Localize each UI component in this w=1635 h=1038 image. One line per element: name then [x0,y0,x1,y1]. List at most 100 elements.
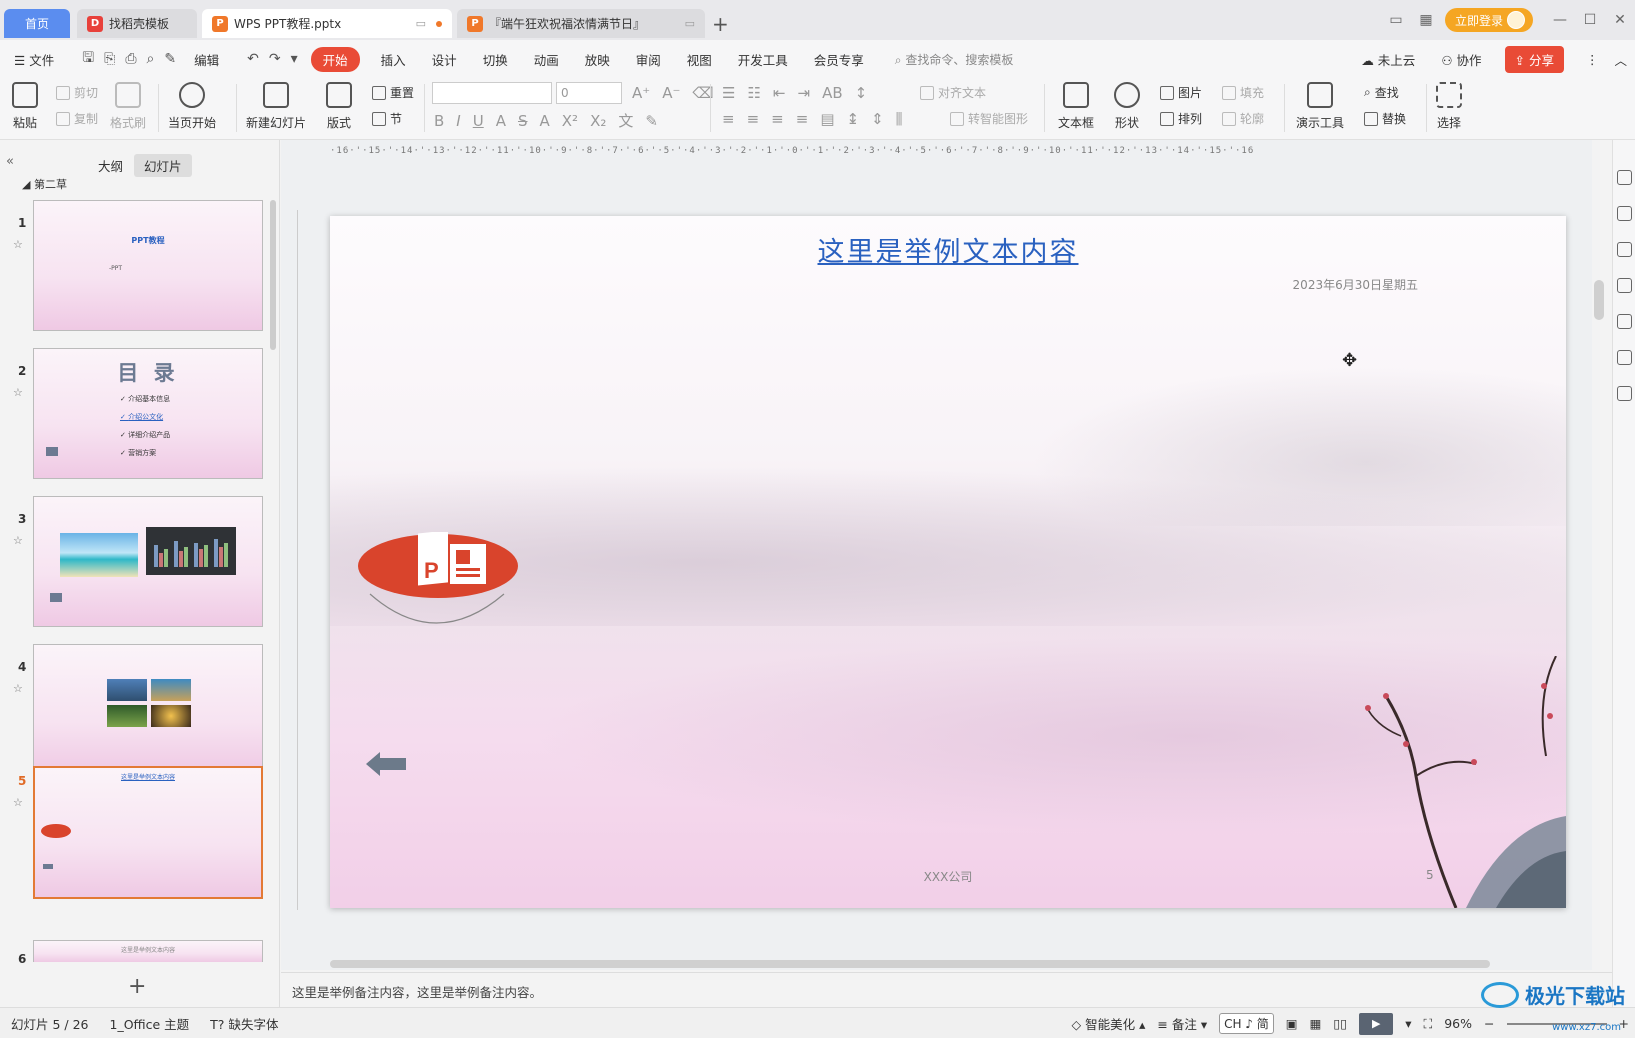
tab-insert[interactable]: 插入 [381,50,406,69]
smart-beautify-button[interactable]: ◇ 智能美化 ▴ [1072,1014,1146,1033]
back-arrow-icon[interactable] [366,752,410,776]
share-button[interactable]: ⇪ 分享 [1504,45,1564,73]
font-family-select[interactable] [432,82,552,104]
subscript-icon[interactable]: X₂ [590,112,606,130]
collapse-ribbon-icon[interactable]: ︿ [1614,50,1627,69]
tab-animation[interactable]: 动画 [534,50,559,69]
redo-icon[interactable]: ↷ [269,51,281,67]
rocket-icon[interactable] [1617,170,1632,185]
tab-view[interactable]: 视图 [687,50,712,69]
new-tab-plus-icon[interactable]: + [712,12,729,36]
find-button[interactable]: ⌕ 查找 [1364,84,1399,101]
minimize-icon[interactable]: — [1545,12,1575,28]
undo-icon[interactable]: ↶ [247,51,259,67]
edit-menu[interactable]: 编辑 [194,50,219,69]
justify-icon[interactable]: ≡ [796,110,809,128]
align-left-icon[interactable]: ≡ [722,110,735,128]
decrease-indent-icon[interactable]: ⇤ [773,84,786,102]
slide-thumbnail-2[interactable]: 目 录 ✓ 介绍基本信息 ✓ 介绍公文化 ✓ 详细介绍产品 ✓ 营销方案 [33,348,263,479]
transition-icon[interactable] [1617,278,1632,293]
slideshow-play-button[interactable]: ▶ [1359,1012,1394,1035]
align-right-icon[interactable]: ≡ [771,110,784,128]
maximize-icon[interactable]: ☐ [1575,12,1605,28]
pinyin-icon[interactable]: 文 [618,110,633,131]
replace-button[interactable]: 替换 [1364,110,1406,127]
tab-start[interactable]: 开始 [310,46,360,72]
layout-button[interactable]: 版式 [326,82,352,131]
para-spacing-icon[interactable]: ⇕ [871,110,884,128]
tab-wps-ppt-tutorial[interactable]: P WPS PPT教程.pptx ▭ [202,9,452,38]
vertical-scroll-thumb[interactable] [1594,280,1604,320]
slide-thumbnail-1[interactable]: PPT教程 -PPT [33,200,263,331]
tab-docer-templates[interactable]: D 找稻壳模板 [77,9,197,38]
reading-view-icon[interactable]: ▯▯ [1333,1016,1347,1031]
theme-name[interactable]: 1_Office 主题 [110,1014,190,1033]
notes-toggle-button[interactable]: ≡ 备注 ▾ [1157,1014,1207,1033]
shapes-button[interactable]: 形状 [1114,82,1140,131]
bold-icon[interactable]: B [434,112,444,130]
copy-button[interactable]: 复制 [56,110,98,127]
print-preview-icon[interactable]: ⌕ [147,51,155,67]
horizontal-scroll-thumb[interactable] [330,960,1490,968]
grid-apps-icon[interactable]: ▦ [1411,12,1441,28]
slide-thumbnail-6[interactable]: 这里是举例文本内容 [33,940,263,962]
font-size-select[interactable]: 0 [556,82,622,104]
tab-design[interactable]: 设计 [432,50,457,69]
zoom-level[interactable]: 96% [1444,1016,1472,1031]
grow-font-icon[interactable]: A⁺ [632,84,650,102]
customize-dropdown-icon[interactable]: ▾ [291,51,298,67]
highlight-icon[interactable]: ✎ [645,112,658,130]
slide-canvas[interactable]: 这里是举例文本内容 2023年6月30日星期五 P XXX公司 5 [330,216,1566,908]
missing-font-button[interactable]: T? 缺失字体 [210,1014,278,1033]
export-pdf-icon[interactable]: ⎘ [104,51,115,67]
section-title[interactable]: ◢ 第二草 [22,176,67,192]
align-center-icon[interactable]: ≡ [747,110,760,128]
star-effect-icon[interactable] [1617,242,1632,257]
login-button[interactable]: 立即登录 [1444,8,1533,32]
vertical-scrollbar[interactable] [1592,140,1610,970]
play-options-icon[interactable]: ▾ [1405,1016,1411,1031]
slide-thumbnail-4[interactable] [33,644,263,775]
save-icon[interactable]: 🖫 [82,47,94,71]
slide-thumbnail-5[interactable]: 这里是举例文本内容 [33,766,263,899]
tab-slideshow[interactable]: 放映 [585,50,610,69]
numbering-icon[interactable]: ☷ [747,84,760,102]
command-search[interactable]: ⌕ 查找命令、搜索模板 [895,51,1014,68]
line-sort-icon[interactable]: ↕ [855,84,868,102]
format-painter-button[interactable]: 格式刷 [110,82,146,131]
outline-button[interactable]: 轮廓 [1222,110,1264,127]
tab-developer[interactable]: 开发工具 [738,50,788,69]
print-icon[interactable]: ⎙ [125,51,136,67]
bullets-icon[interactable]: ☰ [722,84,735,102]
adjust-icon[interactable] [1617,206,1632,221]
tab-outline[interactable]: 大纲 [88,154,133,177]
italic-icon[interactable]: I [456,112,460,130]
play-from-current-button[interactable]: 当页开始 [168,82,216,131]
arrange-button[interactable]: 排列 [1160,110,1202,127]
close-icon[interactable]: ✕ [1605,12,1635,28]
location-icon[interactable] [1617,350,1632,365]
new-slide-button[interactable]: 新建幻灯片 [246,82,306,131]
normal-view-icon[interactable]: ▣ [1286,1016,1298,1031]
add-slide-icon[interactable]: + [128,974,146,999]
paste-button[interactable]: 粘贴 [12,82,38,131]
underline-icon[interactable]: U [473,112,484,130]
slide-sorter-icon[interactable]: ▦ [1310,1016,1322,1031]
tab-review[interactable]: 审阅 [636,50,661,69]
powerpoint-logo-icon[interactable]: P [356,532,526,632]
slide-thumbnail-3[interactable] [33,496,263,627]
textbox-button[interactable]: 文本框 [1058,82,1094,131]
book-icon[interactable] [1617,386,1632,401]
slide-title[interactable]: 这里是举例文本内容 [330,230,1566,269]
cut-button[interactable]: 剪切 [56,84,98,101]
slide-page-number[interactable]: 5 [1426,868,1434,882]
smart-shape-button[interactable]: 转智能图形 [950,110,1028,127]
more-icon[interactable]: ⋮ [1586,52,1599,67]
image-pane-icon[interactable] [1617,314,1632,329]
window-layout-icon[interactable]: ▭ [1381,12,1411,28]
distribute-icon[interactable]: ▤ [820,110,834,128]
line-spacing-icon[interactable]: ↨ [847,110,860,128]
collaborate-button[interactable]: ⚇ 协作 [1441,50,1481,69]
collapse-panel-icon[interactable]: « [6,154,14,169]
fit-window-icon[interactable]: ⛶ [1423,1016,1432,1032]
